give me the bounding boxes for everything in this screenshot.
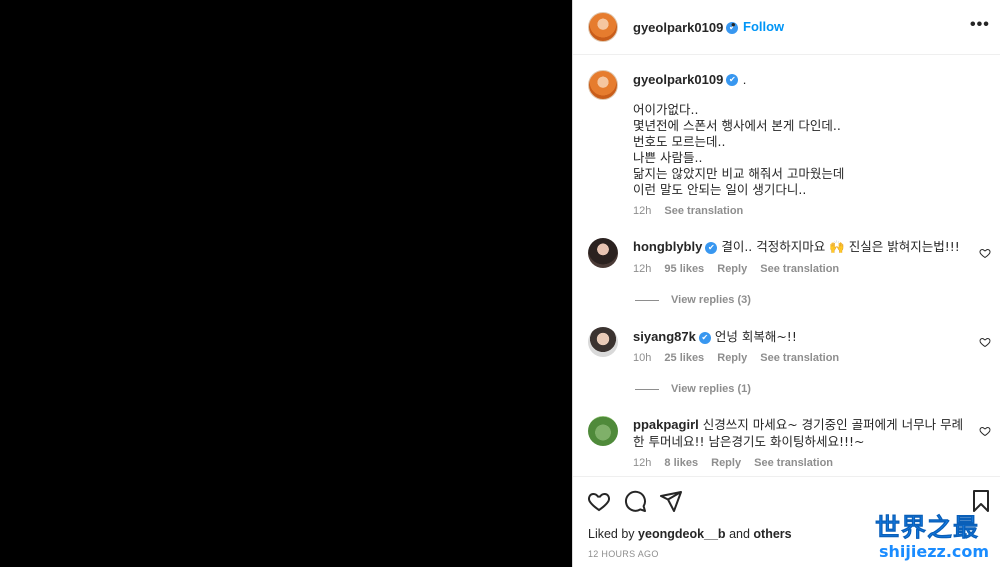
post-side-panel: gyeolpark0109 ✔ • Follow ••• gyeolpark010… — [572, 0, 1000, 567]
comment-likes[interactable]: 25 likes — [664, 352, 704, 364]
watermark-title: 世界之最 — [875, 513, 980, 543]
more-options-icon[interactable]: ••• — [970, 16, 990, 34]
comment-see-translation[interactable]: See translation — [760, 263, 839, 275]
comment-text: 결이.. 걱정하지마요 🙌 진실은 밝혀지는법!!! — [721, 239, 960, 254]
share-send-icon[interactable] — [659, 489, 683, 513]
comment-avatar[interactable] — [588, 416, 618, 446]
comment-time[interactable]: 10h — [633, 352, 651, 364]
comment-username[interactable]: ppakpagirl — [633, 417, 699, 432]
view-replies-label[interactable]: View replies (1) — [671, 383, 751, 395]
comment-like-heart-icon[interactable] — [979, 336, 991, 348]
comment-reply-button[interactable]: Reply — [717, 263, 747, 275]
view-replies-line — [635, 299, 659, 301]
comment-item: ppakpagirl 신경쓰지 마세요~ 경기중인 골퍼에게 너무나 무례한 투… — [633, 416, 973, 450]
comment-likes[interactable]: 8 likes — [664, 457, 698, 469]
author-name-row: gyeolpark0109 ✔ — [633, 19, 739, 37]
comment-see-translation[interactable]: See translation — [754, 457, 833, 469]
liked-by-line: Liked by yeongdeok__b and others — [588, 527, 792, 541]
follow-button[interactable]: Follow — [743, 19, 784, 34]
comment-like-heart-icon[interactable] — [979, 247, 991, 259]
comment-time[interactable]: 12h — [633, 457, 651, 469]
comment-meta: 12h 8 likes Reply See translation — [633, 457, 843, 469]
comment-avatar[interactable] — [588, 327, 618, 357]
author-username[interactable]: gyeolpark0109 — [633, 20, 723, 35]
comment-bubble-icon[interactable] — [623, 489, 647, 513]
comment-meta: 12h 95 likes Reply See translation — [633, 263, 849, 275]
caption-time[interactable]: 12h — [633, 205, 651, 217]
caption-see-translation[interactable]: See translation — [664, 205, 743, 217]
post-timestamp[interactable]: 12 HOURS AGO — [588, 549, 659, 559]
verified-badge-icon: ✔ — [705, 241, 718, 254]
comment-username[interactable]: siyang87k — [633, 329, 696, 344]
comment-item: hongblybly ✔ 결이.. 걱정하지마요 🙌 진실은 밝혀지는법!!! — [633, 238, 973, 255]
like-heart-icon[interactable] — [587, 489, 611, 513]
comment-reply-button[interactable]: Reply — [717, 352, 747, 364]
watermark-subtitle: shijiezz.com — [879, 542, 990, 561]
verified-badge-icon: ✔ — [726, 73, 739, 86]
liked-by-others[interactable]: others — [753, 527, 791, 541]
comment-like-heart-icon[interactable] — [979, 425, 991, 437]
header-separator: • — [731, 17, 736, 32]
author-avatar[interactable] — [588, 12, 618, 42]
view-replies-label[interactable]: View replies (3) — [671, 294, 751, 306]
comment-avatar[interactable] — [588, 238, 618, 268]
caption-avatar[interactable] — [588, 70, 618, 100]
view-replies-button[interactable]: View replies (3) — [635, 294, 751, 306]
view-replies-line — [635, 388, 659, 390]
comment-time[interactable]: 12h — [633, 263, 651, 275]
comment-username[interactable]: hongblybly — [633, 239, 702, 254]
comment-meta: 10h 25 likes Reply See translation — [633, 352, 849, 364]
comment-reply-button[interactable]: Reply — [711, 457, 741, 469]
comment-see-translation[interactable]: See translation — [760, 352, 839, 364]
liked-by-user[interactable]: yeongdeok__b — [638, 527, 726, 541]
caption-text: 어이가없다.. 몇년전에 스폰서 행사에서 본게 다인데.. 번호도 모르는데.… — [633, 102, 845, 197]
caption-username[interactable]: gyeolpark0109 — [633, 72, 723, 87]
liked-by-prefix: Liked by — [588, 527, 635, 541]
liked-by-and: and — [729, 527, 750, 541]
comment-likes[interactable]: 95 likes — [664, 263, 704, 275]
post-header: gyeolpark0109 ✔ • Follow ••• — [573, 0, 1000, 55]
caption-trailing: . — [742, 72, 747, 87]
verified-badge-icon: ✔ — [698, 331, 711, 344]
caption-meta: 12h See translation — [633, 205, 753, 217]
comment-item: siyang87k ✔ 언넝 회복해~!! — [633, 328, 973, 345]
comment-text: 언넝 회복해~!! — [714, 329, 797, 344]
site-watermark: 世界之最 shijiezz.com — [875, 508, 995, 564]
caption-name-row: gyeolpark0109 ✔ . — [633, 71, 746, 89]
view-replies-button[interactable]: View replies (1) — [635, 383, 751, 395]
post-media-area — [0, 0, 572, 567]
